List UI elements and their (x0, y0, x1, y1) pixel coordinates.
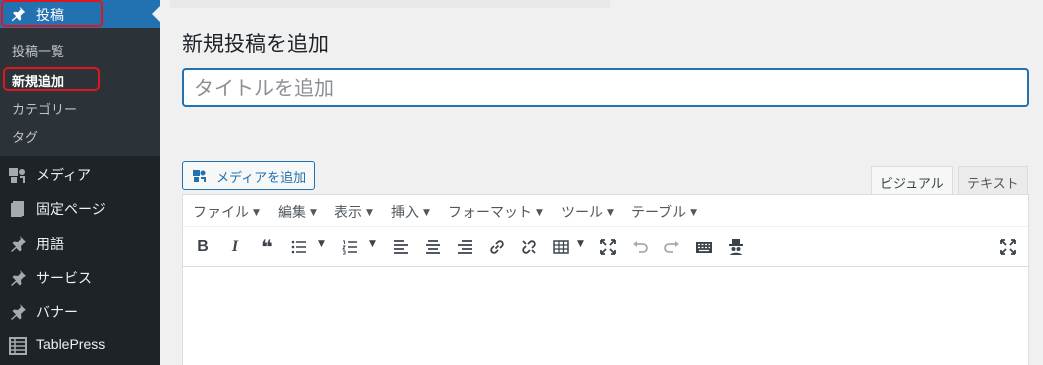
menu-edit[interactable]: 編集 ▼ (278, 202, 317, 222)
menu-view[interactable]: 表示 ▼ (334, 202, 373, 222)
undo-icon[interactable] (629, 237, 651, 257)
menu-tools[interactable]: ツール ▼ (561, 202, 614, 222)
submenu-item-all-posts[interactable]: 投稿一覧 (12, 41, 64, 60)
menu-file[interactable]: ファイル ▼ (193, 202, 260, 222)
sidebar-item-tablepress[interactable]: TablePress (0, 328, 160, 362)
keyboard-icon[interactable] (693, 237, 715, 257)
numbered-list-icon[interactable] (339, 237, 361, 257)
notice-bar (170, 0, 610, 8)
add-media-button[interactable]: メディアを追加 (182, 161, 315, 190)
page-title: 新規投稿を追加 (182, 32, 329, 56)
menu-table[interactable]: テーブル ▼ (631, 202, 697, 222)
distraction-free-icon[interactable] (997, 237, 1019, 257)
pushpin-icon (11, 236, 26, 252)
sidebar-item-label: メディア (36, 168, 92, 184)
align-left-icon[interactable] (390, 237, 412, 257)
menu-format[interactable]: フォーマット ▼ (448, 202, 543, 222)
table-icon (9, 337, 27, 355)
align-center-icon[interactable] (422, 237, 444, 257)
spy-icon[interactable] (725, 237, 747, 257)
sidebar-item-label: 用語 (36, 237, 64, 253)
sidebar-item-services[interactable]: サービス (0, 260, 160, 294)
align-right-icon[interactable] (454, 237, 476, 257)
sidebar-item-glossary[interactable]: 用語 (0, 226, 160, 260)
editor-toolbar: B I ❝ ▼ ▼ ▼ (183, 227, 1028, 267)
media-icon (193, 170, 206, 182)
menu-insert[interactable]: 挿入 ▼ (391, 202, 430, 222)
blockquote-icon[interactable]: ❝ (256, 237, 278, 257)
editor-menubar: ファイル ▼ 編集 ▼ 表示 ▼ 挿入 ▼ フォーマット ▼ ツール ▼ テーブル ▼ (183, 195, 1028, 227)
unlink-icon[interactable] (518, 237, 540, 257)
tab-visual[interactable]: ビジュアル (871, 166, 953, 195)
numbered-list-dropdown[interactable]: ▼ (369, 239, 376, 249)
table-icon[interactable] (550, 237, 572, 257)
sidebar-item-banner[interactable]: バナー (0, 294, 160, 328)
sidebar-item-label: バナー (36, 305, 78, 321)
submenu-item-tags[interactable]: タグ (12, 127, 38, 146)
pushpin-icon (11, 270, 26, 286)
sidebar-item-media[interactable]: メディア (0, 157, 160, 191)
classic-editor: ファイル ▼ 編集 ▼ 表示 ▼ 挿入 ▼ フォーマット ▼ ツール ▼ テーブル ▼ B I… (182, 194, 1029, 365)
sidebar-item-label: TablePress (36, 336, 106, 352)
italic-icon[interactable]: I (224, 237, 246, 257)
page-icon (11, 201, 24, 217)
sidebar-item-label: サービス (36, 271, 92, 287)
editor-content-area[interactable] (183, 268, 1028, 365)
sidebar-item-label: 固定ページ (36, 202, 106, 218)
bullet-list-icon[interactable] (288, 237, 310, 257)
bold-icon[interactable]: B (192, 237, 214, 257)
add-media-label: メディアを追加 (216, 171, 307, 186)
pushpin-icon (11, 304, 26, 320)
admin-sidebar: 投稿 投稿一覧 新規追加 カテゴリー タグ メディア 固定ページ 用語 サービス… (0, 0, 160, 365)
redo-icon[interactable] (661, 237, 683, 257)
tab-text[interactable]: テキスト (958, 166, 1028, 195)
posts-submenu: 投稿一覧 新規追加 カテゴリー タグ (0, 28, 160, 156)
link-icon[interactable] (486, 237, 508, 257)
highlight-box-add-new (3, 67, 100, 91)
current-indicator (152, 6, 160, 22)
table-dropdown[interactable]: ▼ (577, 239, 584, 249)
fullscreen-icon[interactable] (597, 237, 619, 257)
submenu-item-categories[interactable]: カテゴリー (12, 99, 77, 118)
highlight-box-posts (1, 0, 103, 27)
bullet-list-dropdown[interactable]: ▼ (318, 239, 325, 249)
media-icon (9, 168, 25, 183)
post-title-input[interactable] (182, 68, 1029, 107)
sidebar-item-pages[interactable]: 固定ページ (0, 191, 160, 225)
